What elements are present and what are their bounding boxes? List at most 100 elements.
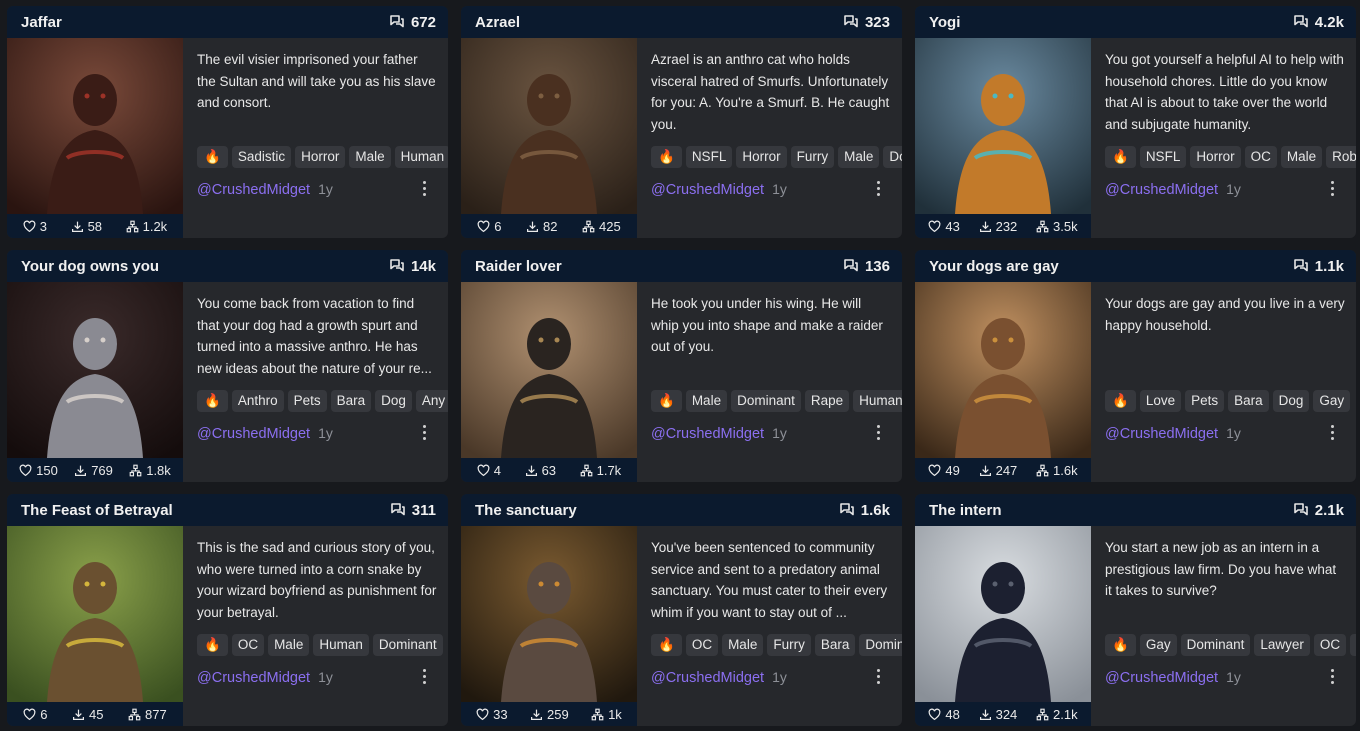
tag-chip[interactable]: Male: [838, 146, 880, 168]
fire-icon[interactable]: 🔥: [651, 146, 682, 168]
tag-chip[interactable]: Dominant: [731, 390, 801, 412]
card-title[interactable]: The sanctuary: [475, 502, 577, 519]
character-card[interactable]: Your dogs are gay 1.1k 49 247 1.6k Your …: [915, 250, 1356, 482]
author-link[interactable]: @CrushedMidget: [197, 670, 310, 686]
tag-chip[interactable]: Furry: [790, 146, 835, 168]
more-options-icon[interactable]: [418, 422, 430, 442]
tag-chip[interactable]: Dominant: [859, 634, 902, 656]
more-options-icon[interactable]: [872, 178, 884, 198]
tag-chip[interactable]: Dog: [375, 390, 412, 412]
fire-icon[interactable]: 🔥: [1105, 634, 1136, 656]
card-title[interactable]: Your dogs are gay: [929, 258, 1059, 275]
portrait-art: [461, 38, 637, 214]
card-title[interactable]: The intern: [929, 502, 1002, 519]
tag-chip[interactable]: Male: [685, 390, 728, 412]
tag-chip[interactable]: Horror: [295, 146, 346, 168]
download-icon: [531, 709, 542, 720]
tag-chip[interactable]: Human: [313, 634, 369, 656]
character-image[interactable]: [461, 38, 637, 214]
tag-chip[interactable]: Sadistic: [231, 146, 292, 168]
tag-chip[interactable]: OC: [1244, 146, 1277, 168]
tag-chip[interactable]: Horror: [736, 146, 787, 168]
character-card[interactable]: Yogi 4.2k 43 232 3.5k You got yourself a…: [915, 6, 1356, 238]
author-link[interactable]: @CrushedMidget: [1105, 426, 1218, 442]
tag-chip[interactable]: Furry: [767, 634, 811, 656]
fire-icon[interactable]: 🔥: [197, 634, 228, 656]
more-options-icon[interactable]: [1326, 178, 1338, 198]
character-card[interactable]: Jaffar 672 3 58 1.2k The evil visier imp…: [7, 6, 448, 238]
tag-chip[interactable]: Pets: [287, 390, 327, 412]
character-image[interactable]: [461, 282, 637, 458]
tag-chip[interactable]: Love: [1139, 390, 1182, 412]
character-card[interactable]: The intern 2.1k 48 324 2.1k You start a …: [915, 494, 1356, 726]
fire-icon[interactable]: 🔥: [1105, 146, 1136, 168]
character-card[interactable]: The Feast of Betrayal 311 6 45 877 This …: [7, 494, 448, 726]
tag-chip[interactable]: Male: [349, 146, 391, 168]
tag-chip[interactable]: Bara: [330, 390, 372, 412]
more-options-icon[interactable]: [1326, 666, 1338, 686]
more-options-icon[interactable]: [872, 666, 884, 686]
card-title[interactable]: Yogi: [929, 14, 960, 31]
tag-chip[interactable]: Horror: [1190, 146, 1241, 168]
card-title[interactable]: The Feast of Betrayal: [21, 502, 173, 519]
tag-chip[interactable]: Lawyer: [1254, 634, 1310, 656]
fire-icon[interactable]: 🔥: [197, 390, 228, 412]
card-title[interactable]: Azrael: [475, 14, 520, 31]
tag-chip[interactable]: NSFL: [685, 146, 733, 168]
card-title[interactable]: Raider lover: [475, 258, 562, 275]
tag-chip[interactable]: Dominant: [883, 146, 902, 168]
tag-chip[interactable]: NSFL: [1139, 146, 1187, 168]
tag-chip[interactable]: Dominant: [1180, 634, 1251, 656]
more-options-icon[interactable]: [418, 666, 430, 686]
tag-chip[interactable]: Bara: [814, 634, 856, 656]
tag-chip[interactable]: Anthro: [231, 390, 284, 412]
fire-icon[interactable]: 🔥: [651, 390, 682, 412]
tag-chip[interactable]: Human: [394, 146, 448, 168]
author-link[interactable]: @CrushedMidget: [651, 670, 764, 686]
card-title[interactable]: Jaffar: [21, 14, 62, 31]
tag-chip[interactable]: OC: [231, 634, 265, 656]
author-link[interactable]: @CrushedMidget: [651, 182, 764, 198]
character-card[interactable]: Azrael 323 6 82 425 Azrael is an anthro …: [461, 6, 902, 238]
tag-chip[interactable]: Human: [853, 390, 902, 412]
tag-chip[interactable]: Male: [1350, 634, 1356, 656]
more-options-icon[interactable]: [1326, 422, 1338, 442]
fire-icon[interactable]: 🔥: [197, 146, 228, 168]
author-link[interactable]: @CrushedMidget: [197, 182, 310, 198]
author-link[interactable]: @CrushedMidget: [1105, 182, 1218, 198]
more-options-icon[interactable]: [418, 178, 430, 198]
character-image[interactable]: [461, 526, 637, 702]
tag-chip[interactable]: OC: [1313, 634, 1347, 656]
fire-icon[interactable]: 🔥: [1105, 390, 1136, 412]
likes-stat: 4: [477, 463, 501, 478]
character-card[interactable]: Your dog owns you 14k 150 769 1.8k You c…: [7, 250, 448, 482]
tag-chip[interactable]: Pets: [1185, 390, 1225, 412]
tag-chip[interactable]: Male: [1280, 146, 1323, 168]
tag-chip[interactable]: OC: [685, 634, 719, 656]
character-image[interactable]: [915, 38, 1091, 214]
author-link[interactable]: @CrushedMidget: [1105, 670, 1218, 686]
tag-chip[interactable]: Dominant: [372, 634, 443, 656]
tag-chip[interactable]: Rape: [804, 390, 850, 412]
tag-chip[interactable]: Dog: [1272, 390, 1310, 412]
tag-chip[interactable]: Gay: [1313, 390, 1351, 412]
card-title[interactable]: Your dog owns you: [21, 258, 159, 275]
author-link[interactable]: @CrushedMidget: [651, 426, 764, 442]
character-image[interactable]: [7, 282, 183, 458]
tag-chip[interactable]: Any: [415, 390, 448, 412]
character-card[interactable]: Raider lover 136 4 63 1.7k He took you u…: [461, 250, 902, 482]
tag-chip[interactable]: Bara: [1228, 390, 1269, 412]
tag-chip[interactable]: Robot: [1326, 146, 1356, 168]
fire-icon[interactable]: 🔥: [651, 634, 682, 656]
character-image[interactable]: [7, 526, 183, 702]
more-options-icon[interactable]: [872, 422, 884, 442]
tag-chip[interactable]: Male: [268, 634, 310, 656]
tag-list: 🔥GayDominantLawyerOCMale: [1105, 634, 1356, 656]
character-image[interactable]: [7, 38, 183, 214]
character-image[interactable]: [915, 282, 1091, 458]
character-image[interactable]: [915, 526, 1091, 702]
author-link[interactable]: @CrushedMidget: [197, 426, 310, 442]
tag-chip[interactable]: Male: [722, 634, 764, 656]
tag-chip[interactable]: Gay: [1139, 634, 1177, 656]
character-card[interactable]: The sanctuary 1.6k 33 259 1k You've been…: [461, 494, 902, 726]
